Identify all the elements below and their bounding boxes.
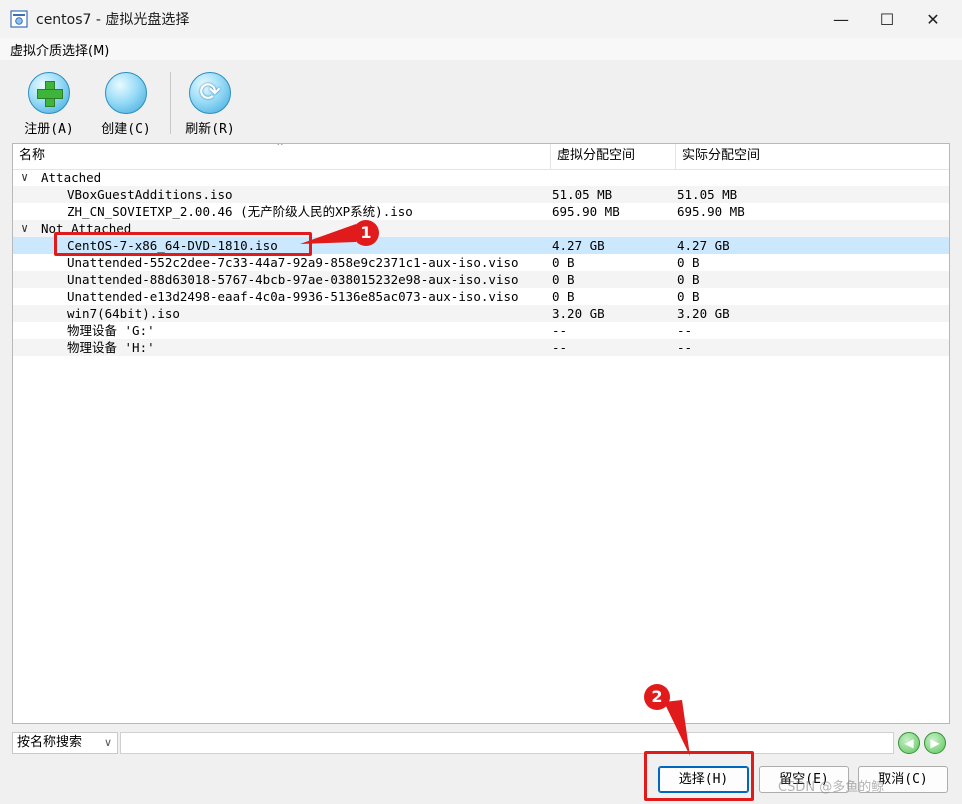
table-row[interactable]: ZH_CN_SOVIETXP_2.00.46 (无产阶级人民的XP系统).iso… [13, 203, 949, 220]
register-add-icon [28, 72, 70, 114]
column-name[interactable]: 名称 [13, 144, 550, 170]
actual-size: 0 B [677, 255, 700, 270]
maximize-button[interactable]: ☐ [864, 0, 910, 38]
media-name: win7(64bit).iso [67, 306, 180, 321]
table-row[interactable]: win7(64bit).iso 3.20 GB 3.20 GB [13, 305, 949, 322]
group-label: Attached [41, 170, 102, 185]
virtual-size: 4.27 GB [552, 238, 605, 253]
highlight-box-centos-iso [54, 232, 312, 256]
menu-bar: 虚拟介质选择(M) [0, 38, 962, 60]
actual-size: 3.20 GB [677, 306, 730, 321]
virtual-size: 3.20 GB [552, 306, 605, 321]
media-name: Unattended-88d63018-5767-4bcb-97ae-03801… [67, 272, 519, 287]
highlight-box-choose-button [644, 751, 754, 801]
actual-size: 695.90 MB [677, 204, 745, 219]
group-row-attached[interactable]: ∨ Attached [13, 169, 949, 186]
step-badge-2: 2 [644, 684, 670, 710]
table-row[interactable]: Unattended-88d63018-5767-4bcb-97ae-03801… [13, 271, 949, 288]
chevron-down-icon[interactable]: ∨ [21, 169, 28, 186]
media-tree[interactable]: ⌃ 名称 虚拟分配空间 实际分配空间 ∨ Attached VBoxGuestA… [12, 143, 950, 724]
close-icon: ✕ [926, 9, 940, 29]
search-mode-label: 按名称搜索 [17, 735, 83, 750]
search-input[interactable] [120, 732, 894, 754]
callout-arrow-1 [300, 224, 356, 244]
search-next-icon[interactable]: ▶ [924, 732, 946, 754]
create-disc-icon [105, 72, 147, 114]
table-row[interactable]: 物理设备 'H:' -- -- [13, 339, 949, 356]
actual-size: 51.05 MB [677, 187, 738, 202]
actual-size: 0 B [677, 289, 700, 304]
window-title: centos7 - 虚拟光盘选择 [36, 12, 190, 28]
close-button[interactable]: ✕ [910, 0, 956, 38]
virtual-size: 0 B [552, 272, 575, 287]
media-name: Unattended-e13d2498-eaaf-4c0a-9936-5136e… [67, 289, 519, 304]
actual-size: -- [677, 323, 693, 338]
register-button[interactable]: 注册(A) [14, 72, 84, 142]
media-name: 物理设备 'G:' [67, 323, 155, 338]
virtualbox-app-icon [10, 10, 28, 28]
refresh-label: 刷新(R) [185, 122, 235, 137]
virtual-size: 0 B [552, 289, 575, 304]
media-name: ZH_CN_SOVIETXP_2.00.46 (无产阶级人民的XP系统).iso [67, 204, 413, 219]
actual-size: -- [677, 340, 693, 355]
column-virtual-size[interactable]: 虚拟分配空间 [550, 144, 675, 170]
create-button[interactable]: 创建(C) [91, 72, 161, 142]
callout-arrow-2 [664, 700, 690, 756]
virtual-size: 0 B [552, 255, 575, 270]
actual-size: 4.27 GB [677, 238, 730, 253]
virtual-size: 51.05 MB [552, 187, 613, 202]
create-label: 创建(C) [101, 122, 151, 137]
refresh-icon: ⟳ [189, 72, 231, 114]
minimize-button[interactable]: — [818, 0, 864, 38]
register-label: 注册(A) [24, 122, 74, 137]
chevron-down-icon: ∨ [103, 736, 112, 749]
media-name: VBoxGuestAdditions.iso [67, 187, 233, 202]
maximize-icon: ☐ [879, 9, 895, 29]
virtual-size: -- [552, 323, 568, 338]
search-bar: 按名称搜索 ∨ ◀ ▶ [12, 732, 950, 756]
table-row[interactable]: 物理设备 'G:' -- -- [13, 322, 949, 339]
toolbar: 注册(A) 创建(C) ⟳ 刷新(R) [0, 60, 962, 142]
search-previous-icon[interactable]: ◀ [898, 732, 920, 754]
table-row[interactable]: Unattended-552c2dee-7c33-44a7-92a9-858e9… [13, 254, 949, 271]
media-name: Unattended-552c2dee-7c33-44a7-92a9-858e9… [67, 255, 519, 270]
menu-virtual-media[interactable]: 虚拟介质选择(M) [10, 40, 109, 59]
minimize-icon: — [833, 9, 849, 29]
media-name: 物理设备 'H:' [67, 340, 155, 355]
table-row[interactable]: Unattended-e13d2498-eaaf-4c0a-9936-5136e… [13, 288, 949, 305]
actual-size: 0 B [677, 272, 700, 287]
search-mode-select[interactable]: 按名称搜索 ∨ [12, 732, 118, 754]
title-bar: centos7 - 虚拟光盘选择 — ☐ ✕ [0, 0, 962, 38]
watermark: CSDN @多鱼的鲸 [778, 780, 885, 795]
refresh-button[interactable]: ⟳ 刷新(R) [175, 72, 245, 142]
column-actual-size[interactable]: 实际分配空间 [675, 144, 949, 170]
virtual-size: 695.90 MB [552, 204, 620, 219]
table-row[interactable]: VBoxGuestAdditions.iso 51.05 MB 51.05 MB [13, 186, 949, 203]
virtual-size: -- [552, 340, 568, 355]
chevron-down-icon[interactable]: ∨ [21, 220, 28, 237]
step-badge-1: 1 [353, 220, 379, 246]
table-header: ⌃ 名称 虚拟分配空间 实际分配空间 [13, 144, 949, 170]
toolbar-divider [170, 72, 171, 134]
